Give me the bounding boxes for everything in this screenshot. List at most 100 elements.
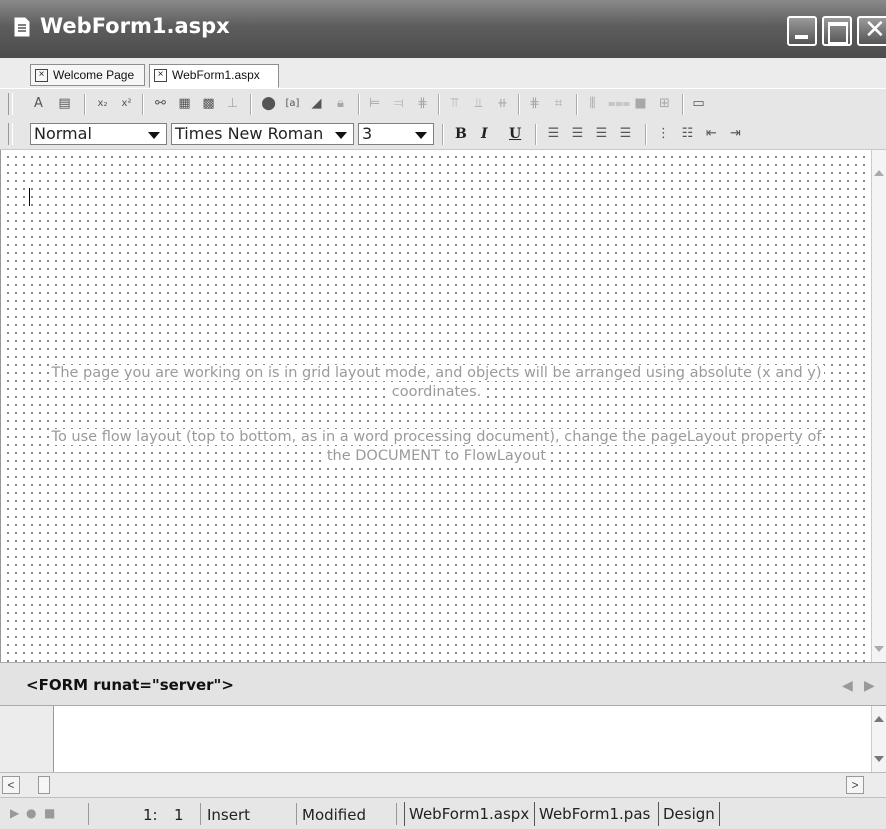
- justify-center-icon[interactable]: ☰: [569, 125, 586, 142]
- lock-element-icon[interactable]: ⬤: [260, 95, 277, 112]
- close-button[interactable]: ✕: [857, 15, 886, 46]
- stop-icon[interactable]: ■: [44, 806, 55, 820]
- design-vertical-scrollbar[interactable]: [871, 150, 886, 662]
- scroll-up-icon[interactable]: [874, 170, 884, 176]
- toolbar-separator: [84, 94, 86, 115]
- align-left-icon[interactable]: ⊨: [366, 95, 383, 112]
- chevron-down-icon: [335, 132, 347, 139]
- bring-to-front-icon[interactable]: ◢: [308, 95, 325, 112]
- chevron-down-icon: [415, 132, 427, 139]
- modified-state: Modified: [302, 806, 367, 824]
- numbered-list-icon[interactable]: ⋮: [655, 125, 672, 142]
- italic-button[interactable]: I: [481, 125, 488, 143]
- justify-full-icon[interactable]: ☰: [617, 125, 634, 142]
- current-tag-path[interactable]: <FORM runat="server">: [26, 676, 234, 694]
- superscript-icon[interactable]: x²: [118, 95, 135, 112]
- center-horizontally-icon[interactable]: ⋕: [526, 95, 543, 112]
- close-tab-icon[interactable]: ×: [35, 69, 48, 82]
- bold-button[interactable]: B: [455, 125, 467, 143]
- background-color-icon[interactable]: ▤: [56, 95, 73, 112]
- subscript-icon[interactable]: x₂: [94, 95, 111, 112]
- cursor-column: 1: [174, 806, 184, 824]
- bulleted-list-icon[interactable]: ☷: [679, 125, 696, 142]
- size-to-grid-icon[interactable]: ⊞: [656, 95, 673, 112]
- code-vertical-scrollbar[interactable]: [871, 706, 886, 772]
- underline-button[interactable]: U: [509, 125, 521, 143]
- message-line-3: To use flow layout (top to bottom, as in…: [49, 429, 824, 445]
- navigate-back-icon[interactable]: ◀: [842, 677, 853, 694]
- minimize-button[interactable]: [787, 16, 817, 46]
- scroll-right-icon[interactable]: >: [846, 776, 864, 794]
- font-size-select[interactable]: 3: [358, 123, 434, 145]
- link-icon[interactable]: ⚯: [152, 95, 169, 112]
- message-line-1: The page you are working on is in grid l…: [49, 365, 824, 381]
- snap-to-grid-icon[interactable]: ⊥: [224, 95, 241, 112]
- font-size-value: 3: [362, 124, 373, 143]
- toolbar-separator: [518, 94, 520, 115]
- close-icon: ✕: [864, 15, 886, 45]
- tab-welcome-page[interactable]: × Welcome Page: [30, 64, 145, 86]
- title-bar[interactable]: WebForm1.aspx ✕: [0, 0, 886, 58]
- scroll-up-icon[interactable]: [874, 716, 884, 722]
- tab-label: WebForm1.aspx: [172, 68, 260, 82]
- make-same-size-icon[interactable]: ■: [632, 95, 649, 112]
- justify-right-icon[interactable]: ☰: [593, 125, 610, 142]
- align-center-icon[interactable]: ⋕: [414, 95, 431, 112]
- show-borders-icon[interactable]: ▦: [176, 95, 193, 112]
- block-format-select[interactable]: Normal: [30, 123, 167, 145]
- play-icon[interactable]: ▶: [10, 806, 19, 820]
- insert-table-icon[interactable]: ▭: [690, 95, 707, 112]
- status-bar: ▶ ● ■ 1: 1 Insert Modified WebForm1.aspx…: [0, 797, 886, 829]
- font-name-select[interactable]: Times New Roman: [171, 123, 354, 145]
- align-middle-icon[interactable]: ⧺: [494, 95, 511, 112]
- block-format-value: Normal: [34, 124, 92, 143]
- outdent-icon[interactable]: ⇤: [703, 125, 720, 142]
- document-icon: [14, 17, 30, 37]
- tab-label: Welcome Page: [53, 68, 135, 82]
- scroll-down-icon[interactable]: [874, 646, 884, 652]
- font-name-value: Times New Roman: [175, 124, 324, 143]
- make-same-width-icon[interactable]: ⫼: [584, 95, 601, 112]
- record-icon[interactable]: ●: [26, 806, 36, 820]
- show-grid-icon[interactable]: ▩: [200, 95, 217, 112]
- toolbar-grip[interactable]: [8, 93, 13, 115]
- text-caret: [29, 188, 30, 206]
- navigate-forward-icon[interactable]: ▶: [864, 677, 875, 694]
- align-right-icon[interactable]: ⫤: [390, 95, 407, 112]
- status-divider: [296, 803, 297, 825]
- flow-layout-message-cont: the DOCUMENT to FlowLayout: [1, 447, 872, 466]
- indent-icon[interactable]: ⇥: [727, 125, 744, 142]
- toolbar-separator: [682, 94, 684, 115]
- toolbar-separator: [250, 94, 252, 115]
- lock-icon[interactable]: 🔒︎: [332, 95, 349, 112]
- align-top-icon[interactable]: ⫪: [446, 95, 463, 112]
- make-same-height-icon[interactable]: ⩶: [608, 95, 630, 112]
- toolbar-separator: [142, 94, 144, 115]
- center-vertically-icon[interactable]: ⌗: [550, 95, 567, 112]
- horizontal-scrollbar[interactable]: < >: [0, 772, 886, 797]
- scroll-left-icon[interactable]: <: [2, 776, 20, 794]
- view-tab-aspx[interactable]: WebForm1.aspx: [404, 802, 533, 826]
- scroll-down-icon[interactable]: [874, 756, 884, 762]
- close-tab-icon[interactable]: ×: [154, 69, 167, 82]
- grid-layout-message-cont: coordinates.: [1, 383, 872, 402]
- view-tab-pas[interactable]: WebForm1.pas: [534, 802, 654, 826]
- status-divider: [200, 803, 201, 825]
- scroll-thumb[interactable]: [38, 776, 50, 794]
- text-color-icon[interactable]: A: [30, 95, 47, 112]
- tab-webform1-aspx[interactable]: × WebForm1.aspx: [149, 64, 279, 88]
- message-line-2: coordinates.: [389, 384, 484, 400]
- html-design-toolbar: A ▤ x₂ x² ⚯ ▦ ▩ ⊥ ⬤ [a] ◢ 🔒︎ ⊨ ⫤ ⋕ ⫪ ⫫ ⧺…: [0, 88, 886, 120]
- align-bottom-icon[interactable]: ⫫: [470, 95, 487, 112]
- maximize-button[interactable]: [822, 16, 852, 46]
- message-line-4: the DOCUMENT to FlowLayout: [324, 448, 549, 464]
- justify-left-icon[interactable]: ☰: [545, 125, 562, 142]
- toolbar-separator: [438, 94, 440, 115]
- code-pane[interactable]: [0, 706, 871, 772]
- view-tab-design[interactable]: Design: [658, 802, 720, 826]
- absolute-position-icon[interactable]: [a]: [284, 95, 301, 112]
- design-surface[interactable]: The page you are working on is in grid l…: [0, 150, 871, 662]
- document-tabs: × Welcome Page × WebForm1.aspx: [0, 58, 886, 89]
- toolbar-grip[interactable]: [8, 123, 13, 145]
- tag-path-bar: <FORM runat="server"> ◀ ▶: [0, 662, 886, 706]
